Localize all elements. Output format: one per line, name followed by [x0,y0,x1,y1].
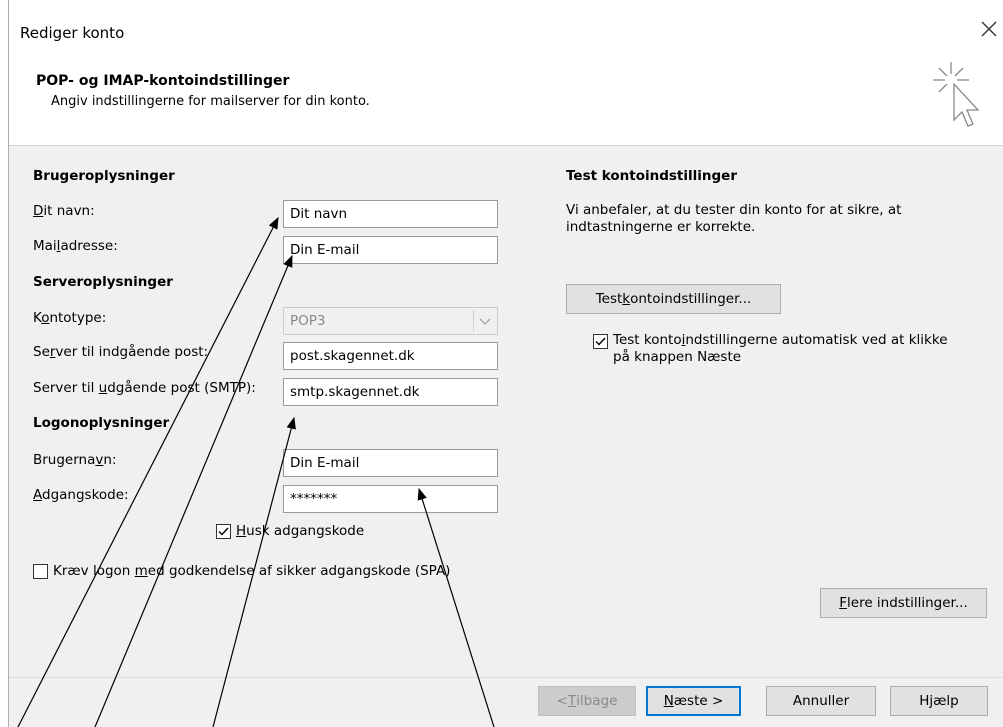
email-field[interactable]: Din E-mail [283,236,498,264]
logon-info-heading: Logonoplysninger [33,415,170,431]
name-field[interactable]: Dit navn [283,200,498,228]
auto-test-checkbox[interactable] [593,334,608,349]
spa-label[interactable]: Kræv logon med godkendelse af sikker adg… [53,563,450,579]
section-title: POP- og IMAP-kontoindstillinger [36,73,290,89]
outgoing-server-label: Server til udgående post (SMTP): [33,380,256,396]
account-type-select[interactable]: POP3 [283,307,498,335]
incoming-server-label: Server til indgående post: [33,344,209,360]
username-label: Brugernavn: [33,452,117,468]
wizard-sparkle-cursor-icon [918,60,990,138]
close-icon[interactable] [978,18,1000,40]
auto-test-label[interactable]: Test kontoindstillingerne automatisk ved… [613,332,953,366]
account-type-label: Kontotype: [33,310,107,326]
email-label: Mailadresse: [33,238,118,254]
cancel-button[interactable]: Annuller [766,686,876,716]
server-info-heading: Serveroplysninger [33,274,173,290]
name-label: Dit navn: [33,203,95,219]
outgoing-server-field[interactable]: smtp.skagennet.dk [283,378,498,406]
help-button[interactable]: Hjælp [890,686,988,716]
remember-password-checkbox[interactable] [216,524,231,539]
spa-checkbox[interactable] [33,564,48,579]
next-button[interactable]: Næste > [646,686,741,716]
user-info-heading: Brugeroplysninger [33,168,175,184]
chevron-down-icon [473,310,495,332]
checkmark-icon [218,527,229,536]
password-field[interactable]: ******* [283,485,498,513]
account-type-value: POP3 [290,313,326,329]
test-settings-button[interactable]: Test k ontoindstillinger... [566,284,781,314]
dialog-title: Rediger konto [20,24,125,42]
test-heading: Test kontoindstillinger [566,168,737,184]
more-settings-button[interactable]: Flere indstillinger... [820,588,987,618]
checkmark-icon [595,337,606,346]
password-label: Adgangskode: [33,487,129,503]
incoming-server-field[interactable]: post.skagennet.dk [283,342,498,370]
test-description: Vi anbefaler, at du tester din konto for… [566,202,902,235]
username-field[interactable]: Din E-mail [283,449,498,477]
remember-password-label[interactable]: Husk adgangskode [236,523,364,539]
section-subtitle: Angiv indstillingerne for mailserver for… [51,94,370,109]
back-button[interactable]: < Tilbage [538,686,636,716]
